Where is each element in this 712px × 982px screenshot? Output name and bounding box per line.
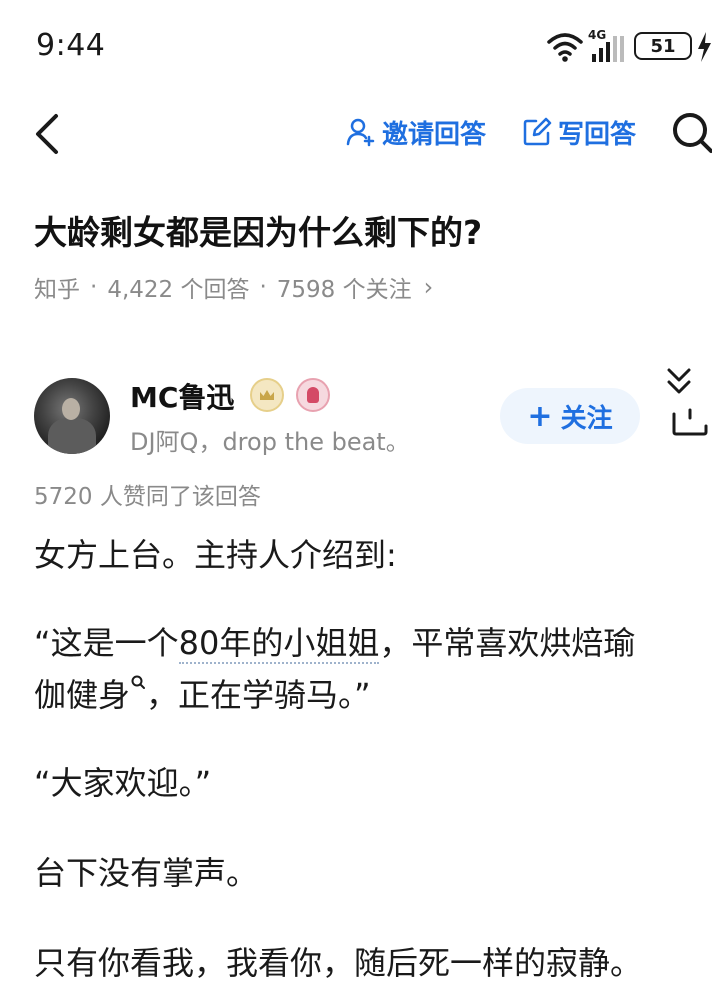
answer-paragraph: 只有你看我，我看你，随后死一样的寂静。 — [34, 944, 643, 982]
write-answer-label: 写回答 — [558, 119, 637, 150]
status-bar: 9:44 4G 51 — [0, 0, 712, 90]
text-segment: “这是一个 — [34, 624, 179, 662]
wifi-icon — [547, 33, 583, 62]
status-time: 9:44 — [36, 28, 106, 63]
source-label: 知乎 — [34, 277, 80, 303]
answer-paragraph: 女方上台。主持人介绍到: — [34, 536, 397, 574]
answer-paragraph: “这是一个80年的小姐姐，平常喜欢烘焙瑜 — [34, 618, 635, 664]
avatar-face — [62, 398, 80, 420]
author-name[interactable]: MC鲁迅 — [130, 376, 234, 416]
write-answer-button[interactable]: 写回答 — [522, 112, 636, 152]
search-keyword-link[interactable]: 80年的小姐姐 — [178, 624, 380, 664]
invite-answer-button[interactable]: 邀请回答 — [346, 112, 486, 152]
text-segment: ，平常喜欢烘焙瑜 — [379, 624, 636, 662]
chevron-right-icon: › — [423, 273, 434, 301]
battery-icon: 51 — [634, 32, 692, 60]
upvote-count: 5720 人赞同了该回答 — [34, 484, 261, 510]
separator: · — [259, 274, 267, 300]
plus-icon: + — [527, 398, 553, 434]
mic-badge-icon[interactable] — [296, 378, 330, 412]
status-icons: 4G 51 — [542, 28, 712, 66]
separator: · — [90, 274, 98, 300]
crown-badge-icon[interactable] — [250, 378, 284, 412]
author-bio: DJ阿Q，drop the beat。 — [130, 428, 410, 456]
signal-icon — [592, 36, 624, 62]
answer-paragraph: “大家欢迎。” — [34, 764, 212, 802]
answer-author-row: MC鲁迅 DJ阿Q，drop the beat。 + 关注 — [0, 368, 712, 462]
edit-icon — [523, 117, 552, 146]
follow-label: 关注 — [560, 403, 613, 434]
nav-bar: 邀请回答 写回答 — [0, 100, 712, 164]
answer-paragraph: 台下没有掌声。 — [34, 854, 259, 892]
text-segment: 伽健身 — [34, 676, 131, 714]
answer-paragraph: 伽健身 ，正在学骑马。” — [34, 670, 371, 716]
back-icon[interactable] — [28, 110, 64, 158]
collapse-icon[interactable] — [664, 366, 694, 400]
invite-user-icon — [346, 118, 375, 147]
answer-count: 4,422 个回答 — [107, 277, 250, 303]
avatar[interactable] — [34, 378, 110, 454]
question-title[interactable]: 大龄剩女都是因为什么剩下的? — [34, 206, 482, 254]
text-segment: ，正在学骑马。” — [146, 676, 371, 714]
search-icon[interactable] — [668, 110, 712, 154]
avatar-body — [48, 418, 96, 454]
more-icon[interactable] — [670, 408, 710, 438]
search-hint-icon[interactable] — [130, 674, 146, 692]
invite-answer-label: 邀请回答 — [382, 119, 487, 150]
charge-icon — [698, 32, 711, 62]
follow-button[interactable]: + 关注 — [500, 388, 640, 444]
question-meta[interactable]: 知乎 · 4,422 个回答 · 7598 个关注 › — [34, 270, 433, 304]
follower-count: 7598 个关注 — [276, 277, 412, 303]
